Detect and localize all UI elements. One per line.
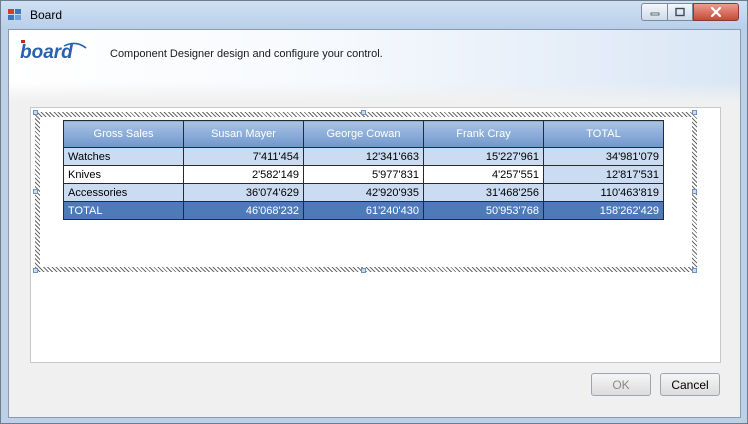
- table-cell[interactable]: 12'341'663: [303, 147, 424, 166]
- total-cell[interactable]: 61'240'430: [303, 201, 424, 220]
- ok-button[interactable]: OK: [591, 373, 651, 396]
- row-label[interactable]: Watches: [63, 147, 184, 166]
- table-cell[interactable]: 36'074'629: [183, 183, 304, 202]
- gross-sales-grid[interactable]: Gross Sales Susan Mayer George Cowan Fra…: [63, 120, 664, 220]
- row-total-cell[interactable]: 34'981'079: [543, 147, 664, 166]
- total-row-label[interactable]: TOTAL: [63, 201, 184, 220]
- grand-total-row[interactable]: TOTAL 46'068'232 61'240'430 50'953'768 1…: [63, 201, 664, 220]
- table-cell[interactable]: 7'411'454: [183, 147, 304, 166]
- title-bar[interactable]: Board: [1, 1, 747, 29]
- maximize-icon: [675, 7, 685, 17]
- window-title: Board: [30, 8, 63, 22]
- dialog-body: board Component Designer design and conf…: [8, 29, 741, 418]
- column-header-gross-sales[interactable]: Gross Sales: [63, 120, 184, 148]
- resize-handle-left[interactable]: [33, 189, 38, 194]
- column-header-susan-mayer[interactable]: Susan Mayer: [183, 120, 304, 148]
- total-cell[interactable]: 50'953'768: [423, 201, 544, 220]
- minimize-button[interactable]: [641, 3, 667, 21]
- table-cell[interactable]: 2'582'149: [183, 165, 304, 184]
- cancel-button[interactable]: Cancel: [660, 373, 720, 396]
- grand-total-cell[interactable]: 158'262'429: [543, 201, 664, 220]
- minimize-icon: [650, 12, 659, 16]
- row-total-cell[interactable]: 110'463'819: [543, 183, 664, 202]
- table-row[interactable]: Accessories 36'074'629 42'920'935 31'468…: [63, 183, 664, 202]
- dialog-window: Board board Component Designer design an…: [0, 0, 748, 424]
- banner-description: Component Designer design and configure …: [110, 48, 383, 60]
- header-banner: board Component Designer design and conf…: [9, 30, 740, 102]
- row-total-cell[interactable]: 12'817'531: [543, 165, 664, 184]
- row-label[interactable]: Knives: [63, 165, 184, 184]
- app-icon: [8, 9, 21, 20]
- table-cell[interactable]: 31'468'256: [423, 183, 544, 202]
- row-label[interactable]: Accessories: [63, 183, 184, 202]
- maximize-button[interactable]: [667, 3, 693, 21]
- table-cell[interactable]: 15'227'961: [423, 147, 544, 166]
- resize-handle-top-left[interactable]: [33, 110, 38, 115]
- resize-handle-bottom-right[interactable]: [692, 268, 697, 273]
- table-row[interactable]: Knives 2'582'149 5'977'831 4'257'551 12'…: [63, 165, 664, 184]
- resize-handle-top-right[interactable]: [692, 110, 697, 115]
- table-row[interactable]: Watches 7'411'454 12'341'663 15'227'961 …: [63, 147, 664, 166]
- resize-handle-top[interactable]: [361, 110, 366, 115]
- column-header-frank-cray[interactable]: Frank Cray: [423, 120, 544, 148]
- grid-header-row: Gross Sales Susan Mayer George Cowan Fra…: [63, 120, 664, 148]
- total-cell[interactable]: 46'068'232: [183, 201, 304, 220]
- table-cell[interactable]: 42'920'935: [303, 183, 424, 202]
- resize-handle-bottom-left[interactable]: [33, 268, 38, 273]
- board-logo: board: [20, 40, 87, 63]
- table-cell[interactable]: 5'977'831: [303, 165, 424, 184]
- resize-handle-bottom[interactable]: [361, 268, 366, 273]
- column-header-total[interactable]: TOTAL: [543, 120, 664, 148]
- column-header-george-cowan[interactable]: George Cowan: [303, 120, 424, 148]
- close-button[interactable]: [693, 3, 739, 21]
- resize-handle-right[interactable]: [692, 189, 697, 194]
- close-icon: [710, 7, 722, 17]
- table-cell[interactable]: 4'257'551: [423, 165, 544, 184]
